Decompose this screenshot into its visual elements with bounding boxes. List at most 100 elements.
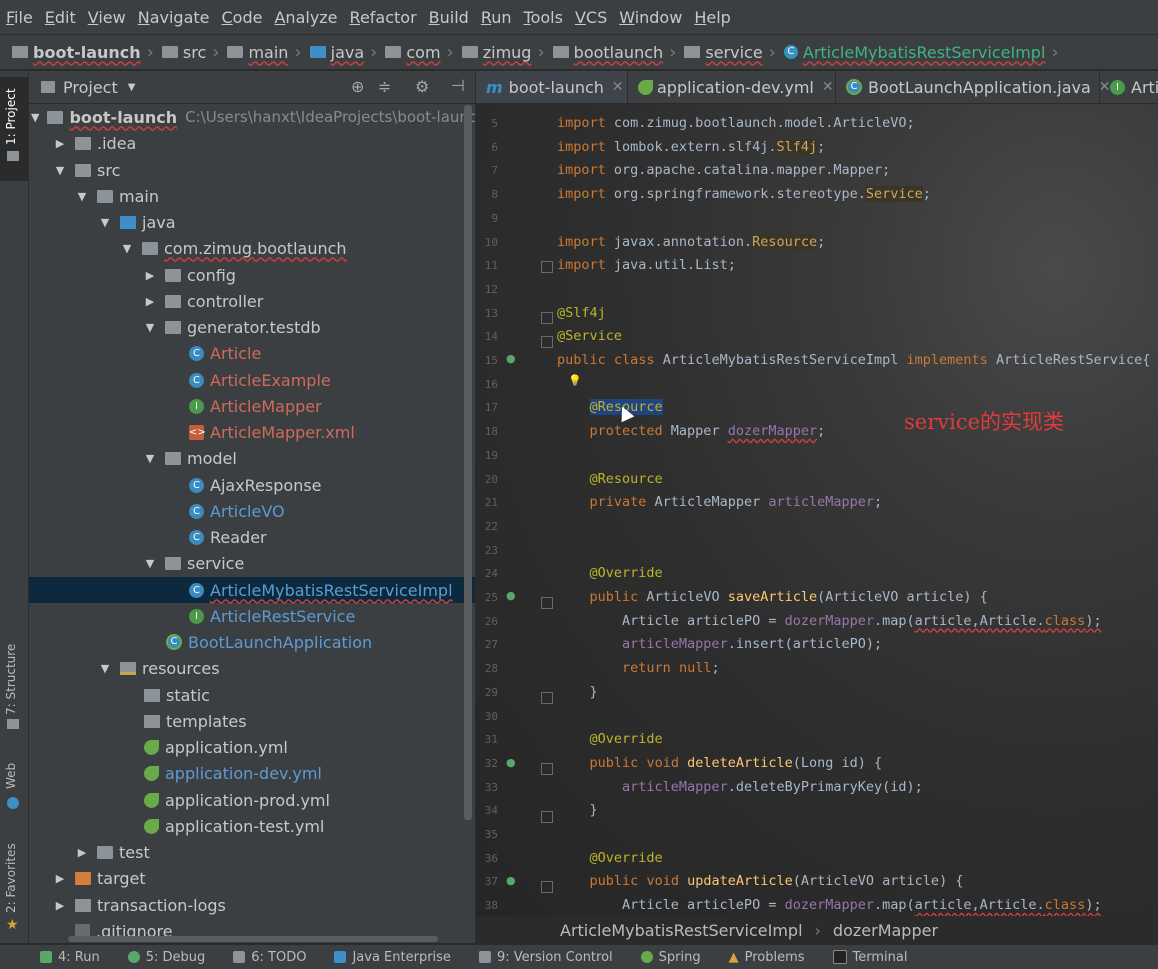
collapsed-arrow-icon[interactable]: ▶ [143,295,157,308]
tree-item-java[interactable]: ▼ java [29,209,475,235]
crumb-java[interactable]: java › [306,42,382,63]
gear-icon[interactable]: ⚙ [415,77,429,96]
tree-item-main[interactable]: ▼ main [29,183,475,209]
locate-icon[interactable]: ⊕ [351,77,364,96]
close-icon[interactable]: ✕ [822,79,834,95]
code-line[interactable]: public void updateArticle(ArticleVO arti… [557,870,964,892]
fold-marker-icon[interactable] [541,881,553,893]
tree-item-root[interactable]: ▼ boot-launch C:\Users\hanxt\IdeaProjects\… [29,104,475,130]
code-line[interactable]: protected Mapper dozerMapper; [557,420,826,442]
tree-item-templates[interactable]: templates [29,708,475,734]
tree-item-service[interactable]: ▼ service [29,550,475,576]
expanded-arrow-icon[interactable]: ▼ [53,164,67,177]
tree-item-controller[interactable]: ▶ controller [29,288,475,314]
code-line[interactable]: @Service [557,325,622,347]
expanded-arrow-icon[interactable]: ▼ [98,662,112,675]
crumb-project[interactable]: boot-launch › [8,42,158,63]
fold-marker-icon[interactable] [541,692,553,704]
expanded-arrow-icon[interactable]: ▼ [98,216,112,229]
implements-gutter-icon[interactable]: ● [506,589,516,602]
tree-item-article[interactable]: C Article [29,340,475,366]
tab-boot-launch[interactable]: m boot-launch ✕ [476,71,628,103]
menu-tools[interactable]: Tools [518,8,569,27]
tree-item-model[interactable]: ▼ model [29,445,475,471]
fold-marker-icon[interactable] [541,312,553,324]
tree-item-static[interactable]: static [29,682,475,708]
tree-item-reader[interactable]: C Reader [29,524,475,550]
tool-debug[interactable]: 5: Debug [127,950,205,965]
tree-item-service-impl[interactable]: C ArticleMybatisRestServiceImpl [29,577,475,603]
code-line[interactable]: public void deleteArticle(Long id) { [557,752,883,774]
code-line[interactable]: import javax.annotation.Resource; [557,231,825,253]
menu-analyze[interactable]: Analyze [268,8,343,27]
tab-application-dev-yml[interactable]: application-dev.yml ✕ [628,71,836,103]
crumb-class[interactable]: C ArticleMybatisRestServiceImpl › [780,42,1063,63]
tool-spring[interactable]: Spring [640,950,701,965]
code-line[interactable]: } [557,681,598,703]
collapsed-arrow-icon[interactable]: ▶ [53,899,67,912]
spring-bean-gutter-icon[interactable]: ● [506,352,516,365]
code-line[interactable]: @Resource [557,396,663,418]
code-line[interactable]: @Slf4j [557,302,606,324]
expanded-arrow-icon[interactable]: ▼ [143,452,157,465]
tool-terminal[interactable]: Terminal [832,950,907,965]
collapsed-arrow-icon[interactable]: ▶ [53,137,67,150]
collapsed-arrow-icon[interactable]: ▶ [143,269,157,282]
expanded-arrow-icon[interactable]: ▼ [31,111,39,124]
implements-gutter-icon[interactable]: ● [506,874,516,887]
code-line[interactable]: public class ArticleMybatisRestServiceIm… [557,349,1150,371]
expanded-arrow-icon[interactable]: ▼ [143,557,157,570]
tree-item-article-mapper-xml[interactable]: <> ArticleMapper.xml [29,419,475,445]
fold-marker-icon[interactable] [541,336,553,348]
expanded-arrow-icon[interactable]: ▼ [120,242,134,255]
crumb-zimug[interactable]: zimug › [458,42,549,63]
tool-problems[interactable]: ▲ Problems [729,950,805,965]
tool-tab-web[interactable]: Web [4,763,18,789]
fold-marker-icon[interactable] [541,597,553,609]
menu-run[interactable]: Run [475,8,518,27]
tree-item-application-yml[interactable]: application.yml [29,734,475,760]
tree-item-application-test-yml[interactable]: application-test.yml [29,813,475,839]
code-line[interactable]: return null; [557,657,720,679]
tool-tab-project[interactable]: 1: Project [4,88,18,145]
code-line[interactable]: @Resource [557,468,663,490]
tree-item-generator[interactable]: ▼ generator.testdb [29,314,475,340]
project-vertical-scrollbar[interactable] [464,105,472,820]
code-line[interactable]: } [557,799,598,821]
code-line[interactable]: import java.util.List; [557,254,736,276]
tree-item-ajax-response[interactable]: C AjaxResponse [29,472,475,498]
menu-vcs[interactable]: VCS [569,8,613,27]
code-line[interactable]: import org.apache.catalina.mapper.Mapper… [557,159,890,181]
tree-item-application-dev-yml[interactable]: application-dev.yml [29,760,475,786]
code-line[interactable]: Article articlePO = dozerMapper.map(arti… [557,894,1102,916]
tree-item-src[interactable]: ▼ src [29,157,475,183]
tree-item-config[interactable]: ▶ config [29,262,475,288]
menu-window[interactable]: Window [613,8,688,27]
menu-view[interactable]: View [82,8,132,27]
menu-edit[interactable]: Edit [39,8,82,27]
tree-item-rest-service[interactable]: I ArticleRestService [29,603,475,629]
editor-crumb-class[interactable]: ArticleMybatisRestServiceImpl [560,921,803,940]
expanded-arrow-icon[interactable]: ▼ [143,321,157,334]
menu-refactor[interactable]: Refactor [344,8,423,27]
code-line[interactable]: public ArticleVO saveArticle(ArticleVO a… [557,586,988,608]
collapsed-arrow-icon[interactable]: ▶ [75,846,89,859]
fold-marker-icon[interactable] [541,261,553,273]
menu-navigate[interactable]: Navigate [132,8,216,27]
tree-item-resources[interactable]: ▼ resources [29,655,475,681]
tree-item-idea[interactable]: ▶ .idea [29,130,475,156]
tab-boot-launch-application[interactable]: C BootLaunchApplication.java ✕ [836,71,1111,103]
tree-item-target[interactable]: ▶ target [29,865,475,891]
close-icon[interactable]: ✕ [612,79,624,95]
code-line[interactable]: import org.springframework.stereotype.Se… [557,183,931,205]
tool-todo[interactable]: 6: TODO [233,950,306,965]
fold-marker-icon[interactable] [541,811,553,823]
code-line[interactable]: private ArticleMapper articleMapper; [557,491,883,513]
tool-tab-structure[interactable]: 7: Structure [4,644,18,715]
code-line[interactable]: articleMapper.insert(articlePO); [557,633,882,655]
tool-run[interactable]: 4: Run [40,950,100,965]
code-editor[interactable]: 5 6 7 8 9 10 11 12 13 14 15 16 17 18 19 20 21 22 23 24 25 26 2… [476,104,1158,916]
code-line[interactable]: Article articlePO = dozerMapper.map(arti… [557,610,1102,632]
collapse-all-icon[interactable]: ≑ [378,77,391,96]
implements-gutter-icon[interactable]: ● [506,756,516,769]
